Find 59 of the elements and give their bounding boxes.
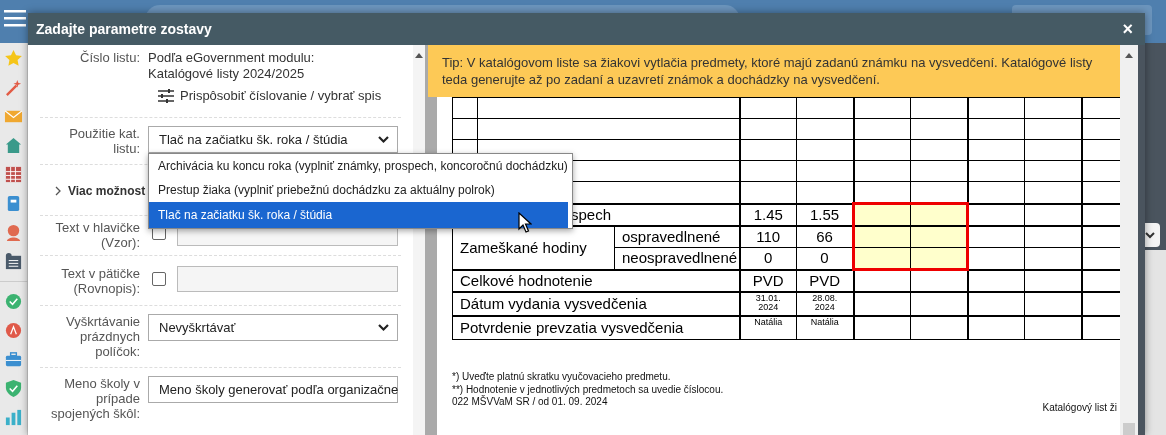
table-cell: 0 (739, 247, 797, 270)
scrollbar[interactable] (1120, 45, 1138, 435)
chevron-down-icon (378, 323, 389, 332)
bar-chart-icon[interactable] (4, 408, 23, 427)
table-cell: 110 (739, 226, 797, 248)
table-cell: Dátum vydania vysvedčenia (452, 292, 740, 316)
star-icon[interactable] (4, 49, 23, 68)
table-cell: PVD (752, 271, 784, 289)
table-cell: Potvrdenie prevzatia vysvedčenia (452, 316, 740, 340)
chevron-icon[interactable] (54, 186, 62, 196)
table-cell: ospravedlnené (614, 226, 740, 248)
chevron-down-icon (1145, 231, 1155, 239)
select-field[interactable]: Meno školy generovať podľa organizačne (148, 376, 398, 403)
magic-wand-icon[interactable] (4, 78, 23, 97)
calendar-icon[interactable] (4, 165, 23, 184)
shield-check-icon[interactable] (4, 379, 23, 398)
footnote: *) Uveďte platnú skratku vyučovacieho predmetu. (452, 371, 671, 384)
sliders-icon (158, 89, 174, 103)
table-cell: Natália (810, 317, 839, 327)
table-cell-text: 31.01. 2024 (754, 294, 782, 312)
table-cell-text: 28.08. 2024 (811, 294, 839, 312)
close-button[interactable]: × (1120, 18, 1135, 40)
field-label: Vyškrtávanie prázdnych políčok: (65, 314, 140, 359)
field-label: Číslo listu: (79, 50, 140, 67)
select-field[interactable]: Nevyškrtávať (148, 314, 398, 341)
person-icon[interactable] (4, 223, 23, 242)
menu-icon[interactable] (4, 9, 26, 27)
footnote: **) Hodnotenie v jednotlivých predmetoch sa uvedie číslocou. (452, 383, 724, 395)
field-label: Text v hlavičke (Vzor): (54, 220, 140, 250)
scroll-thumb[interactable] (1123, 423, 1135, 435)
footnote: 022 MŠVVaM SR / od 01. 09. 2024 (452, 396, 608, 409)
briefcase-icon[interactable] (4, 350, 23, 369)
field-label: Použitie kat. listu: (68, 126, 140, 156)
dropdown-option[interactable]: Prestup žiaka (vyplniť priebežnú dochádzku za aktuálny polrok) (149, 178, 568, 202)
scroll-up-icon[interactable] (1125, 53, 1133, 58)
table-cell: 1.45 (753, 205, 783, 223)
dropdown-option[interactable]: Archivácia ku koncu roka (vyplniť známky, prospech, koncoročnú dochádzku) (149, 154, 568, 178)
info-text: Podľa eGovernment modulu: Katalógové listy 2024/2025 (148, 50, 316, 82)
tip-banner: Tip: V katalógovom liste sa žiakovi vytlačia predmety, ktoré majú zadanú známku na vysvedčení. Katalógové listy teda generujte až po zadaní a uzavretí známok a dochádzky na vysvedčení. (428, 45, 1120, 97)
text-input[interactable] (177, 266, 398, 292)
checkbox[interactable] (152, 272, 166, 286)
select-field[interactable]: Tlač na začiatku šk. roka / štúdia (148, 126, 398, 153)
dropdown-option[interactable]: Tlač na začiatku šk. roka / štúdia (149, 202, 568, 228)
dialog-title: Zadajte parametre zostavy (36, 21, 212, 37)
table-cell: Celkové hodnotenie (452, 269, 740, 292)
grade-circle-icon[interactable] (4, 321, 23, 340)
table-cell: PVD (809, 271, 841, 289)
table-cell: Natália (754, 317, 783, 327)
field-label: Text v pätičke (Rovnopis): (60, 266, 140, 296)
home-icon[interactable] (4, 136, 23, 155)
footer-text: Katalógový list ži (1042, 402, 1117, 415)
table-cell: 1.55 (809, 205, 840, 223)
expander-label[interactable]: Viac možnost (68, 183, 146, 199)
check-circle-icon[interactable] (4, 292, 23, 311)
scroll-up-icon[interactable] (415, 53, 423, 58)
chevron-down-icon (378, 135, 389, 144)
field-label: Meno školy v prípade spojených škôl: (50, 376, 140, 421)
clipboard-icon[interactable] (4, 252, 23, 271)
customize-link[interactable]: Prispôsobiť číslovanie / vybrať spis (158, 88, 382, 104)
